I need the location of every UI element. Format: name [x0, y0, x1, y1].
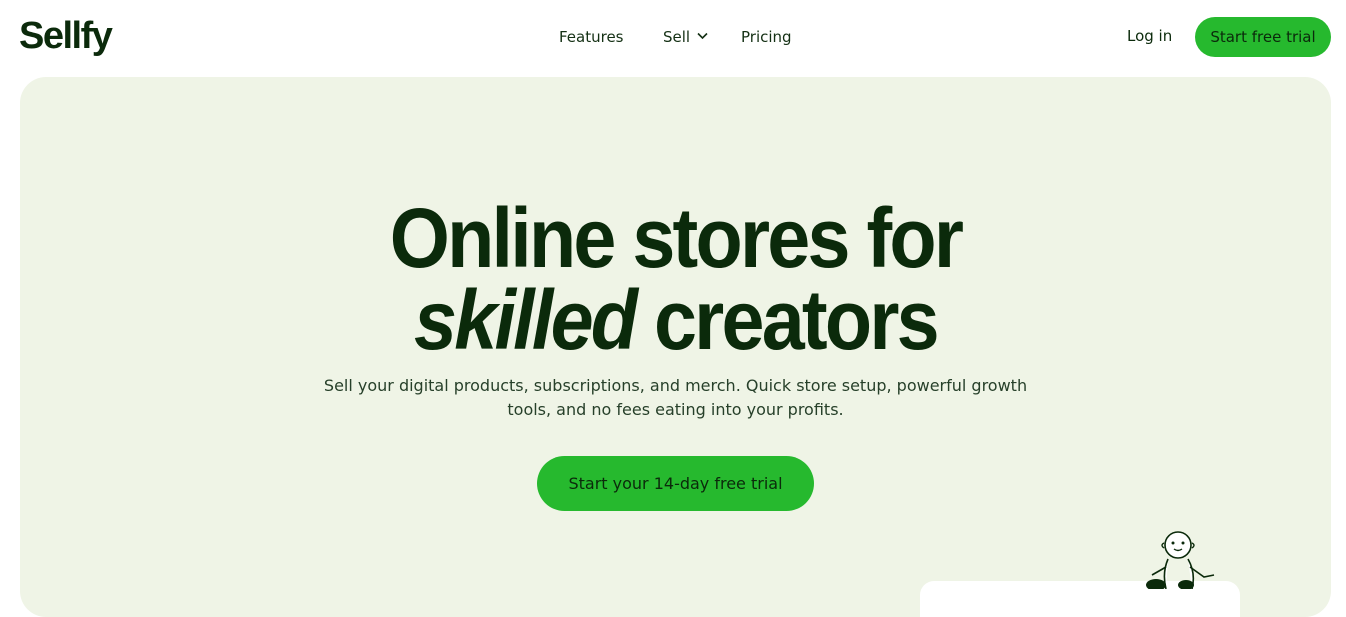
subtitle-line-2: tools, and no fees eating into your prof… — [507, 400, 844, 419]
login-link[interactable]: Log in — [1127, 25, 1172, 47]
nav-features-link[interactable]: Features — [559, 26, 624, 48]
site-header: Sellfy Features Sell Pricing Log in Star… — [0, 0, 1346, 76]
chevron-down-icon — [697, 32, 708, 40]
headline-line-2: skilled creators — [72, 278, 1278, 362]
start-free-trial-button[interactable]: Start free trial — [1195, 17, 1331, 57]
hero-subtitle: Sell your digital products, subscription… — [20, 374, 1331, 422]
hero-headline: Online stores for skilled creators — [72, 191, 1278, 362]
nav-sell-dropdown[interactable]: Sell — [663, 26, 708, 48]
headline-italic-word: skilled — [414, 273, 638, 367]
headline-line-2-rest: creators — [635, 273, 940, 367]
mascot-illustration — [1146, 531, 1215, 589]
nav-sell-label: Sell — [663, 28, 691, 46]
subtitle-line-1: Sell your digital products, subscription… — [323, 376, 1028, 395]
headline-line-1: Online stores for — [389, 191, 964, 285]
start-trial-hero-button[interactable]: Start your 14-day free trial — [537, 456, 814, 511]
nav-pricing-link[interactable]: Pricing — [741, 26, 792, 48]
hero-section: Online stores for skilled creators Sell … — [20, 77, 1331, 617]
